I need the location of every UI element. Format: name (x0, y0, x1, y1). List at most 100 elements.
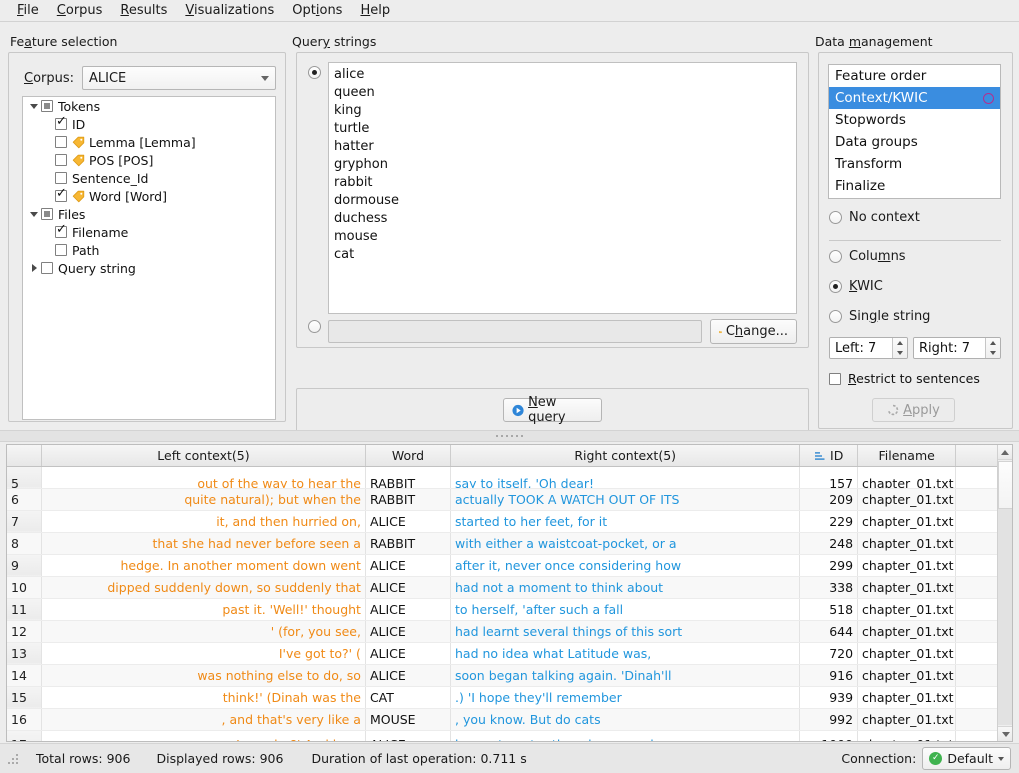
left-context-spinner[interactable]: Left: 7 (829, 337, 908, 359)
query-string-item[interactable]: king (334, 102, 796, 120)
tree-checkbox[interactable] (55, 244, 67, 256)
restrict-to-sentences-row[interactable]: Restrict to sentences (829, 371, 980, 386)
query-string-item[interactable]: cat (334, 246, 796, 264)
query-string-item[interactable]: duchess (334, 210, 796, 228)
table-row[interactable]: 12 ' (for, you see, ALICE had learnt severa… (7, 620, 1012, 643)
scroll-thumb[interactable] (998, 461, 1012, 509)
tree-checkbox[interactable] (55, 136, 67, 148)
query-string-item[interactable]: turtle (334, 120, 796, 138)
scroll-down-icon[interactable] (998, 726, 1012, 741)
table-row[interactable]: 13 I've got to?' (ALICE had no idea what L… (7, 642, 1012, 665)
table-row[interactable]: 5 out of the way to hear the RABBIT say to … (7, 466, 1012, 489)
results-table-container[interactable]: Left context(5) Word Right context(5) ID… (6, 444, 1013, 742)
change-file-button[interactable]: Change... (710, 319, 797, 344)
kwic-radio-row[interactable]: KWIC (829, 279, 883, 294)
query-string-item[interactable]: queen (334, 84, 796, 102)
connection-button[interactable]: ✓ Default (922, 747, 1011, 770)
header-word[interactable]: Word (365, 445, 452, 467)
tree-checkbox[interactable] (55, 115, 67, 130)
header-left-context[interactable]: Left context(5) (41, 445, 366, 467)
no-context-radio-row[interactable]: No context (829, 210, 920, 225)
query-string-item[interactable]: alice (334, 66, 796, 84)
query-string-item[interactable]: rabbit (334, 174, 796, 192)
tree-node-id[interactable]: ID (23, 115, 275, 133)
spinner-up-icon[interactable] (893, 338, 907, 348)
tree-node-pos-pos[interactable]: POS [POS] (23, 151, 275, 169)
tree-checkbox[interactable] (41, 262, 53, 274)
query-string-item[interactable]: hatter (334, 138, 796, 156)
spinner-down-icon[interactable] (986, 348, 1000, 358)
table-row[interactable]: 6 quite natural); but when the RABBIT actua… (7, 488, 1012, 511)
right-spinner-buttons[interactable] (985, 338, 1000, 358)
header-rownum[interactable] (7, 445, 42, 467)
tree-node-tokens[interactable]: Tokens (23, 97, 275, 115)
apply-button[interactable]: Apply (872, 398, 955, 422)
tree-checkbox[interactable] (55, 172, 67, 184)
table-row[interactable]: 17, I wonder?' And hereALICEbegan to get… (7, 730, 1012, 741)
query-file-radio[interactable] (308, 320, 321, 333)
tree-checkbox[interactable] (41, 100, 53, 112)
table-row[interactable]: 14 was nothing else to do, so ALICE soon be… (7, 664, 1012, 687)
query-string-item[interactable]: mouse (334, 228, 796, 246)
left-spinner-buttons[interactable] (892, 338, 907, 358)
table-row[interactable]: 8 that she had never before seen a RABBIT w… (7, 532, 1012, 555)
tree-node-query-string[interactable]: Query string (23, 259, 275, 277)
query-file-input[interactable] (328, 320, 702, 343)
tree-checkbox[interactable] (41, 208, 53, 220)
single-string-radio[interactable] (829, 310, 842, 323)
menu-file[interactable]: File (8, 1, 48, 20)
tree-node-path[interactable]: Path (23, 241, 275, 259)
right-context-spinner[interactable]: Right: 7 (913, 337, 1001, 359)
tree-node-sentence-id[interactable]: Sentence_Id (23, 169, 275, 187)
tree-checkbox[interactable] (55, 223, 67, 238)
new-query-button[interactable]: New query (503, 395, 602, 425)
tree-node-word-word[interactable]: Word [Word] (23, 187, 275, 205)
tree-checkbox[interactable] (55, 154, 67, 166)
query-strings-list[interactable]: alice queen king turtle hatter gryphon rabbit d… (328, 62, 797, 314)
table-row[interactable]: 11 past it. 'Well!' thought ALICE to hersel… (7, 598, 1012, 621)
restrict-to-sentences-checkbox[interactable] (829, 372, 841, 385)
table-row[interactable]: 15 think!' (Dinah was the CAT.) 'I hope th… (7, 686, 1012, 709)
panel-splitter[interactable] (0, 430, 1019, 442)
spinner-down-icon[interactable] (893, 348, 907, 358)
query-string-item[interactable]: dormouse (334, 192, 796, 210)
menu-corpus[interactable]: Corpus (48, 1, 112, 20)
tree-node-files[interactable]: Files (23, 205, 275, 223)
query-list-radio[interactable] (308, 66, 321, 79)
menu-results[interactable]: Results (111, 1, 176, 20)
dm-item-finalize[interactable]: Finalize (829, 175, 1000, 197)
menu-options[interactable]: Options (283, 1, 351, 20)
columns-radio-row[interactable]: Columns (829, 249, 906, 264)
tree-checkbox[interactable] (55, 187, 67, 202)
scroll-up-icon[interactable] (998, 445, 1012, 460)
dm-item-context-kwic[interactable]: Context/KWIC (829, 87, 1000, 109)
spinner-up-icon[interactable] (986, 338, 1000, 348)
header-filename[interactable]: Filename (857, 445, 957, 467)
data-management-list[interactable]: Feature order Context/KWIC Stopwords Data g… (828, 64, 1001, 199)
single-string-radio-row[interactable]: Single string (829, 309, 930, 324)
header-right-context[interactable]: Right context(5) (450, 445, 801, 467)
query-string-item[interactable]: gryphon (334, 156, 796, 174)
table-row[interactable]: 16, and that's very like a MOUSE, you kno… (7, 708, 1012, 731)
corpus-combo[interactable]: ALICE (82, 66, 276, 90)
table-row[interactable]: 7 it, and then hurried on, ALICE started to… (7, 510, 1012, 533)
dm-item-data-groups[interactable]: Data groups (829, 131, 1000, 153)
dm-item-transform[interactable]: Transform (829, 153, 1000, 175)
feature-tree[interactable]: Tokens IDLemma [Lemma] POS [POS] Sentence_I… (22, 96, 276, 420)
scroll-track[interactable] (998, 509, 1012, 725)
columns-radio[interactable] (829, 250, 842, 263)
tree-node-lemma-lemma[interactable]: Lemma [Lemma] (23, 133, 275, 151)
dm-item-stopwords[interactable]: Stopwords (829, 109, 1000, 131)
tree-expand-icon[interactable] (27, 104, 41, 109)
table-vertical-scrollbar[interactable] (997, 445, 1012, 741)
table-row[interactable]: 10 dipped suddenly down, so suddenly that… (7, 576, 1012, 599)
no-context-radio[interactable] (829, 211, 842, 224)
menu-visualizations[interactable]: Visualizations (176, 1, 283, 20)
dm-item-feature-order[interactable]: Feature order (829, 65, 1000, 87)
table-row[interactable]: 9 hedge. In another moment down went ALICE… (7, 554, 1012, 577)
tree-expand-icon[interactable] (27, 212, 41, 217)
tree-expand-icon[interactable] (27, 264, 41, 272)
kwic-radio[interactable] (829, 280, 842, 293)
menu-help[interactable]: Help (351, 1, 399, 20)
tree-node-filename[interactable]: Filename (23, 223, 275, 241)
